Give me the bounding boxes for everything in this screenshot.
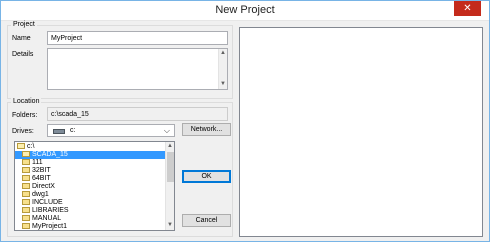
folder-tree-item[interactable]: MANUAL <box>15 215 165 223</box>
folder-icon <box>22 183 30 189</box>
name-field[interactable]: MyProject <box>47 31 228 45</box>
folder-icon <box>22 175 30 181</box>
folder-tree-item-label: 32BIT <box>32 167 51 174</box>
scroll-up-icon[interactable]: ▲ <box>219 49 227 58</box>
folder-tree-item[interactable]: 32BIT <box>15 167 165 175</box>
folder-icon <box>22 199 30 205</box>
folder-tree-item-label: INCLUDE <box>32 199 63 206</box>
folder-tree-item[interactable]: INCLUDE <box>15 199 165 207</box>
scroll-down-icon[interactable]: ▼ <box>166 221 174 230</box>
title-bar[interactable]: New Project ✕ <box>1 1 489 21</box>
network-button[interactable]: Network... <box>182 123 231 136</box>
folder-icon <box>22 207 30 213</box>
folder-tree-item-label: SCADA_15 <box>32 151 68 158</box>
project-group-label: Project <box>11 21 37 28</box>
folder-icon <box>22 159 30 165</box>
preview-pane <box>239 27 483 237</box>
folder-icon <box>22 167 30 173</box>
folder-tree-scrollbar[interactable]: ▲ ▼ <box>165 142 174 230</box>
ok-button[interactable]: OK <box>182 170 231 183</box>
folder-tree-item[interactable]: dwg1 <box>15 191 165 199</box>
open-folder-icon <box>17 143 25 149</box>
folder-tree-item[interactable]: DirectX <box>15 183 165 191</box>
details-field[interactable] <box>47 48 228 90</box>
folder-tree-item-label: c:\ <box>27 143 35 150</box>
folders-label: Folders: <box>12 112 38 119</box>
open-folder-icon <box>22 151 30 157</box>
scroll-up-icon[interactable]: ▲ <box>166 142 174 151</box>
folder-tree-item-label: 64BIT <box>32 175 51 182</box>
drive-icon <box>53 129 65 134</box>
folder-tree-item-label: dwg1 <box>32 191 49 198</box>
name-label: Name <box>12 35 31 42</box>
drive-value: c: <box>70 127 76 134</box>
folder-tree-item[interactable]: 111 <box>15 159 165 167</box>
location-group-label: Location <box>11 98 42 105</box>
chevron-down-icon[interactable]: ⌵ <box>164 126 170 136</box>
folder-icon <box>22 223 30 229</box>
folder-icon <box>22 215 30 221</box>
folder-tree-list[interactable]: c:\ SCADA_15 111 32BIT 64BIT DirectX dwg1 INCLU… <box>14 141 175 231</box>
folder-tree-item-label: 111 <box>32 159 43 166</box>
folder-tree-item-label: LIBRARIES <box>32 207 69 214</box>
details-scrollbar[interactable]: ▲ ▼ <box>218 49 227 89</box>
scrollbar-thumb[interactable] <box>167 152 174 182</box>
folder-tree-item[interactable]: c:\ <box>15 143 165 151</box>
cancel-button[interactable]: Cancel <box>182 214 231 227</box>
folder-tree-item-label: MyProject1 <box>32 223 68 230</box>
folder-tree-item[interactable]: 64BIT <box>15 175 165 183</box>
drives-label: Drives: <box>12 128 34 135</box>
scroll-down-icon[interactable]: ▼ <box>219 80 227 89</box>
folders-field: c:\scada_15 <box>47 107 228 121</box>
folder-tree-item[interactable]: LIBRARIES <box>15 207 165 215</box>
folder-tree-item[interactable]: MyProject1 <box>15 223 165 230</box>
window-title: New Project <box>215 4 275 16</box>
details-label: Details <box>12 51 34 58</box>
folder-tree-item[interactable]: SCADA_15 <box>15 151 165 159</box>
drives-dropdown[interactable]: c: ⌵ <box>47 124 175 137</box>
close-icon[interactable]: ✕ <box>454 1 481 16</box>
new-project-dialog: New Project ✕ Project Name MyProject Det… <box>0 0 490 242</box>
folder-tree-item-label: DirectX <box>32 183 55 190</box>
folder-icon <box>22 191 30 197</box>
folder-tree-item-label: MANUAL <box>32 215 62 222</box>
